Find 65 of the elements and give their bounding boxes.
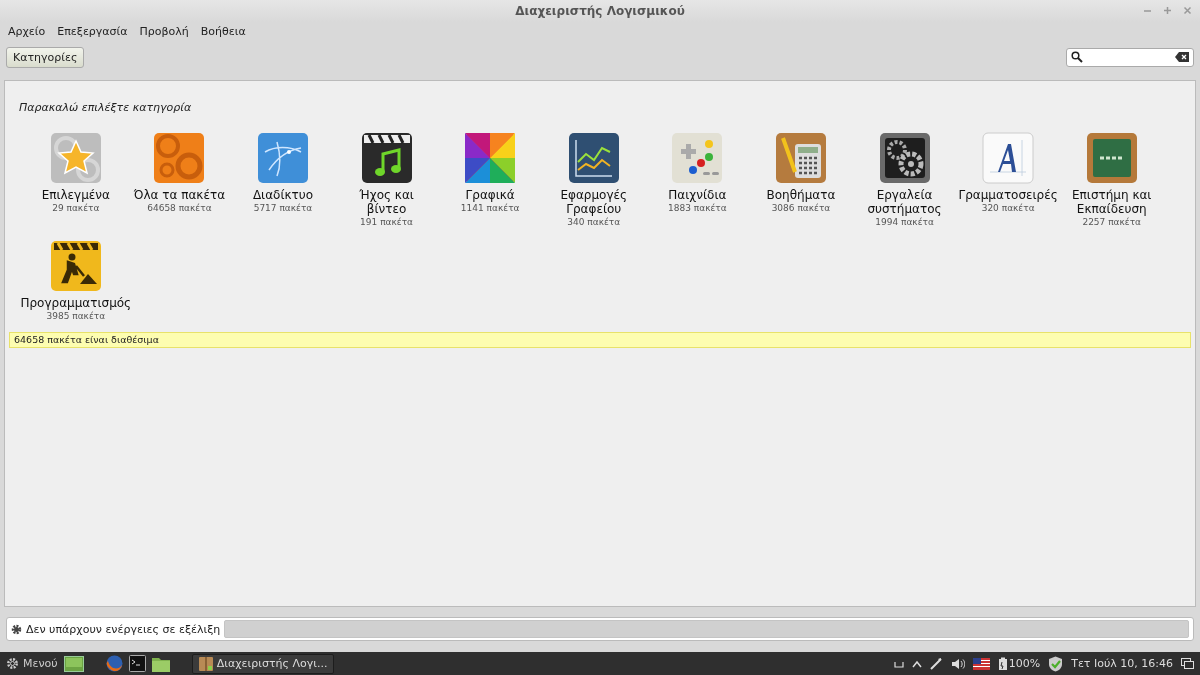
info-bar: 64658 πακέτα είναι διαθέσιμα [9, 332, 1191, 348]
caret-up-icon[interactable] [911, 659, 922, 668]
construction-icon [49, 240, 102, 292]
category-button[interactable]: Ήχος και βίντεο [339, 132, 435, 216]
package-count: 191 πακέτα [360, 216, 414, 228]
keyboard-icon[interactable] [893, 659, 904, 668]
gear-icon [878, 132, 931, 184]
menu-item[interactable]: Βοήθεια [200, 24, 246, 38]
package-count: 29 πακέτα [52, 202, 100, 214]
category-button[interactable]: Βοηθήματα [766, 132, 836, 202]
package-count: 1994 πακέτα [875, 216, 934, 228]
package-count: 340 πακέτα [567, 216, 621, 228]
globe-icon [256, 132, 309, 184]
package-count: 3086 πακέτα [771, 202, 831, 214]
flag-icon[interactable] [972, 657, 990, 670]
desktop-icon[interactable] [63, 655, 84, 672]
category-button[interactable]: Προγραμματισμός [20, 240, 132, 310]
menu-item[interactable]: Προβολή [139, 24, 189, 38]
gear-icon [11, 623, 22, 635]
menu-item[interactable]: Αρχείο [8, 24, 46, 38]
clear-icon[interactable] [1175, 52, 1189, 62]
package-count: 64658 πακέτα [147, 202, 212, 214]
font-icon [982, 132, 1035, 184]
chart-icon [567, 132, 620, 184]
package-count: 2257 πακέτα [1082, 216, 1142, 228]
gear-icon [6, 657, 19, 670]
color-wheel-icon [464, 132, 517, 184]
blackboard-icon [1085, 132, 1138, 184]
category-button[interactable]: Γραμματοσειρές [958, 132, 1058, 202]
category-button[interactable]: Επιστήμη και Εκπαίδευση [1064, 132, 1160, 216]
volume-icon[interactable] [950, 657, 965, 670]
package-count: 5717 πακέτα [253, 202, 313, 214]
battery-icon[interactable] [997, 656, 1008, 671]
calculator-icon [774, 132, 827, 184]
category-button[interactable]: Εφαρμογές Γραφείου [546, 132, 642, 216]
category-button[interactable]: Γραφικά [464, 132, 517, 202]
categories-button[interactable]: Κατηγορίες [6, 46, 85, 68]
category-button[interactable]: Διαδίκτυο [252, 132, 314, 202]
search-field[interactable] [1066, 47, 1194, 67]
menu-item[interactable]: Επεξεργασία [57, 24, 128, 38]
show-desktop-icon[interactable] [1181, 658, 1194, 669]
package-icon [198, 656, 213, 671]
window-title: Διαχειριστής Λογισμικού [515, 4, 685, 18]
status-text: Δεν υπάρχουν ενέργειες σε εξέλιξη [26, 622, 221, 636]
package-count: 320 πακέτα [981, 202, 1035, 214]
folder-icon[interactable] [151, 655, 170, 672]
clock[interactable]: Τετ Ιούλ 10, 16:46 [1071, 657, 1173, 670]
battery-level: 100% [1008, 657, 1041, 670]
search-icon [1071, 51, 1083, 63]
taskbar-window-button[interactable]: Διαχειριστής Λογι... [191, 653, 335, 674]
category-button[interactable]: Επιλεγμένα [41, 132, 110, 202]
category-button[interactable]: Εργαλεία συστήματος [857, 132, 953, 216]
category-button[interactable]: Όλα τα πακέτα [133, 132, 226, 202]
package-count: 1141 πακέτα [460, 202, 520, 214]
shield-check-icon[interactable] [1048, 655, 1064, 672]
browser-icon[interactable] [105, 655, 123, 672]
music-note-icon [360, 132, 413, 184]
package-count: 3985 πακέτα [46, 310, 106, 322]
network-icon[interactable] [929, 657, 943, 670]
package-count: 1883 πακέτα [668, 202, 727, 214]
gamepad-icon [671, 132, 724, 184]
terminal-icon[interactable] [128, 655, 146, 672]
category-button[interactable]: Παιχνίδια [668, 132, 727, 202]
menu-button[interactable]: Μενού [6, 657, 58, 670]
section-heading: Παρακαλώ επιλέξτε κατηγορία [19, 101, 193, 114]
